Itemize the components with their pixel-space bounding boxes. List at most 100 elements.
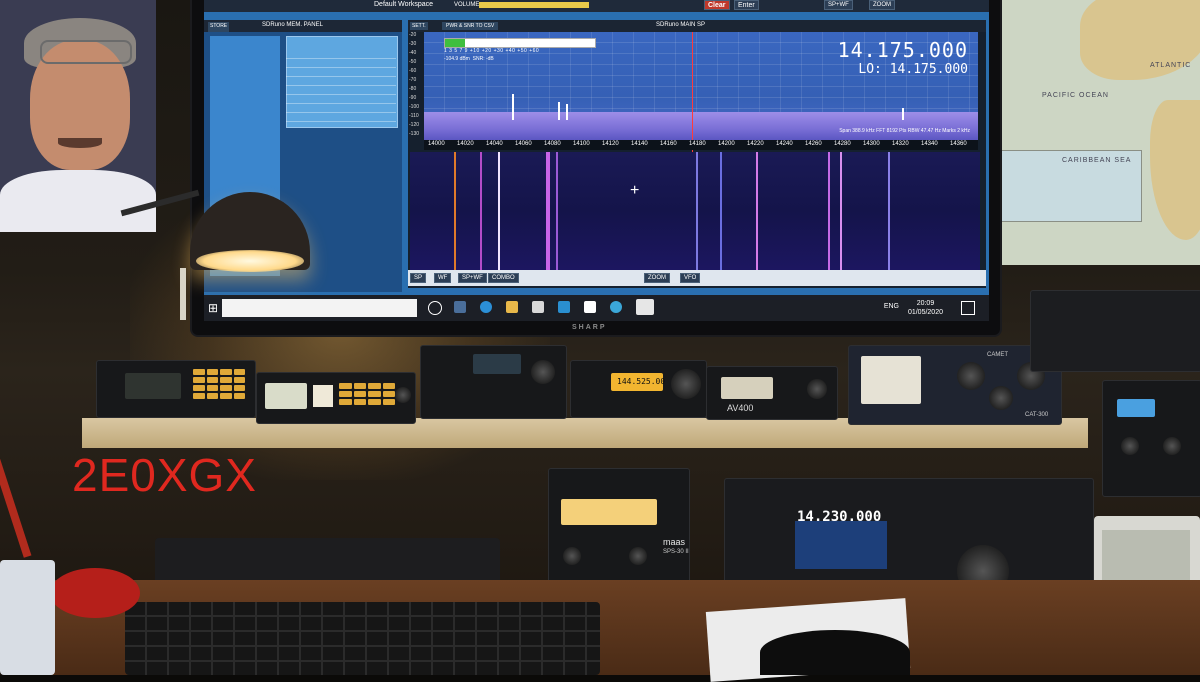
y-tick: -110 bbox=[409, 113, 419, 119]
x-tick: 14100 bbox=[573, 141, 590, 147]
spectrum-display[interactable]: 1 3 5 7 9 +10 +20 +30 +40 +50 +60 -104.9… bbox=[424, 32, 978, 182]
keyboard bbox=[125, 602, 600, 675]
scanner-button bbox=[313, 385, 333, 407]
vhf-dial-knob bbox=[671, 369, 701, 399]
x-tick: 14060 bbox=[515, 141, 532, 147]
red-lamp-arm bbox=[0, 422, 32, 558]
webcam-shirt bbox=[0, 170, 156, 232]
signal-peak bbox=[512, 94, 514, 120]
snr-value: SNR: -dB bbox=[472, 56, 494, 62]
wf-button[interactable]: WF bbox=[434, 273, 452, 283]
memory-panel-title: SDRuno MEM. PANEL bbox=[262, 22, 323, 28]
chrome-icon[interactable] bbox=[610, 301, 622, 313]
s-meter-fill bbox=[445, 39, 465, 47]
sett-button[interactable]: SETT. bbox=[410, 22, 428, 30]
store-icon[interactable] bbox=[532, 301, 544, 313]
y-tick: -40 bbox=[409, 50, 417, 56]
map-land-south bbox=[1150, 100, 1200, 240]
mobile-transceiver bbox=[420, 345, 567, 419]
waterfall-trace bbox=[546, 152, 550, 270]
noise-floor bbox=[424, 112, 978, 140]
x-tick: 14020 bbox=[457, 141, 474, 147]
power-supply: maas SPS-30 II bbox=[548, 468, 690, 590]
active-window-icon[interactable] bbox=[636, 299, 654, 315]
top-right-equipment bbox=[1030, 290, 1200, 372]
side-display bbox=[1117, 399, 1155, 417]
cortana-icon[interactable] bbox=[428, 301, 442, 315]
hf-display bbox=[795, 521, 887, 569]
task-view-icon[interactable] bbox=[454, 301, 466, 313]
scanner-keypad bbox=[193, 369, 245, 399]
store-button[interactable]: STORE bbox=[208, 22, 230, 32]
y-tick: -30 bbox=[409, 41, 417, 47]
waterfall-display[interactable]: + bbox=[410, 152, 980, 270]
windows-start-icon[interactable]: ⊞ bbox=[208, 301, 218, 315]
sdr-top-bar: Default Workspace VOLUME Clear Enter SP+… bbox=[204, 0, 989, 12]
mail-icon[interactable] bbox=[558, 301, 570, 313]
combo-button[interactable]: COMBO bbox=[488, 273, 519, 283]
vfo-button[interactable]: VFO bbox=[680, 273, 701, 283]
app-icon[interactable] bbox=[584, 301, 596, 313]
swr-meter: AV400 bbox=[706, 366, 838, 420]
x-tick: 14220 bbox=[747, 141, 764, 147]
lamp-bulb bbox=[196, 250, 304, 272]
spwf-button[interactable]: SP+WF bbox=[458, 273, 487, 283]
x-tick: 14340 bbox=[921, 141, 938, 147]
waterfall-trace bbox=[720, 152, 722, 270]
top-zoom-button[interactable]: ZOOM bbox=[869, 0, 895, 10]
main-sp-title: SDRuno MAIN SP bbox=[656, 22, 706, 28]
signal-peak bbox=[902, 108, 904, 120]
volume-slider[interactable] bbox=[479, 2, 589, 8]
clock-time: 20:09 bbox=[916, 300, 935, 307]
y-tick: -90 bbox=[409, 95, 417, 101]
signal-peak bbox=[566, 104, 568, 120]
vfo-frequency[interactable]: 14.175.000 bbox=[838, 38, 968, 62]
edge-browser-icon[interactable] bbox=[480, 301, 492, 313]
dbm-value: -104.9 dBm bbox=[444, 56, 470, 62]
waterfall-trace bbox=[828, 152, 830, 270]
workspace-label: Default Workspace bbox=[374, 1, 434, 8]
waterfall-trace bbox=[556, 152, 558, 270]
notification-icon[interactable] bbox=[961, 301, 975, 315]
sp-button[interactable]: SP bbox=[410, 273, 427, 283]
s-meter bbox=[444, 38, 596, 48]
memory-panel-header: STORE SDRuno MEM. PANEL bbox=[204, 20, 402, 32]
file-explorer-icon[interactable] bbox=[506, 301, 518, 313]
y-tick: -80 bbox=[409, 86, 417, 92]
x-tick: 14180 bbox=[689, 141, 706, 147]
bottle bbox=[0, 560, 55, 675]
taskbar-clock[interactable]: 20:09 01/05/2020 bbox=[908, 299, 943, 317]
desk-microphone bbox=[760, 630, 910, 675]
y-tick: -120 bbox=[409, 122, 420, 128]
main-sp-header: SETT. PWR & SNR TO CSV SDRuno MAIN SP bbox=[408, 20, 986, 32]
webcam-mouth bbox=[58, 138, 102, 148]
x-tick: 14360 bbox=[950, 141, 967, 147]
scanner-keypad bbox=[339, 383, 395, 405]
pwr-snr-csv-button[interactable]: PWR & SNR TO CSV bbox=[442, 22, 499, 30]
x-tick: 14000 bbox=[428, 141, 445, 147]
scanner-radio-2 bbox=[256, 372, 416, 424]
webcam-glasses bbox=[40, 40, 132, 64]
top-spwf-button[interactable]: SP+WF bbox=[824, 0, 853, 10]
language-indicator[interactable]: ENG bbox=[884, 303, 899, 310]
taskbar-search-box[interactable] bbox=[222, 299, 417, 317]
map-label-pacific: PACIFIC OCEAN bbox=[1042, 92, 1109, 99]
y-tick: -50 bbox=[409, 59, 417, 65]
enter-button[interactable]: Enter bbox=[734, 0, 759, 10]
side-knob bbox=[1163, 437, 1181, 455]
clear-button[interactable]: Clear bbox=[704, 0, 730, 10]
signal-dbm: -104.9 dBm SNR: -dB bbox=[444, 56, 494, 62]
tuner-knob bbox=[989, 386, 1013, 410]
x-tick: 14080 bbox=[544, 141, 561, 147]
lo-frequency-readout[interactable]: LO: 14.175.000 bbox=[858, 62, 968, 77]
monitor: Default Workspace VOLUME Clear Enter SP+… bbox=[192, 0, 1000, 335]
scanner-display bbox=[265, 383, 307, 409]
x-tick: 14280 bbox=[834, 141, 851, 147]
clock-date: 01/05/2020 bbox=[907, 309, 943, 316]
side-transceiver bbox=[1102, 380, 1200, 497]
scanner-radio bbox=[96, 360, 256, 418]
zoom-button[interactable]: ZOOM bbox=[644, 273, 670, 283]
side-knob bbox=[1121, 437, 1139, 455]
waterfall-trace bbox=[756, 152, 758, 270]
waterfall-trace bbox=[696, 152, 698, 270]
